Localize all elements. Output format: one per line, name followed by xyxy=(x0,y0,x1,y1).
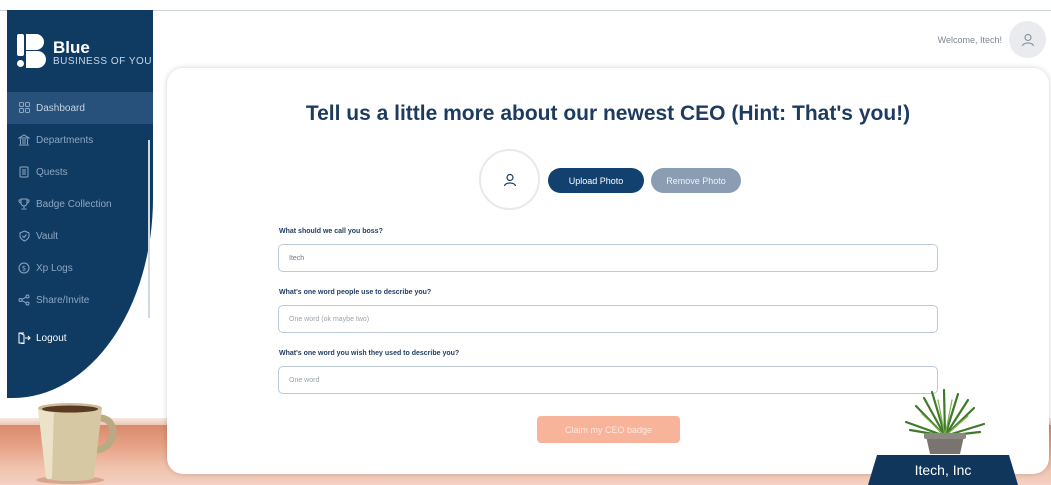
describe-label: What's one word people use to describe y… xyxy=(279,289,432,296)
wish-describe-input[interactable]: One word xyxy=(278,366,938,394)
upload-photo-button[interactable]: Upload Photo xyxy=(548,168,644,193)
sidebar-item-xp-logs[interactable]: $ Xp Logs xyxy=(7,252,153,284)
logout-button[interactable]: Logout xyxy=(7,322,153,354)
claim-ceo-badge-button[interactable]: Claim my CEO badge xyxy=(537,416,680,443)
dollar-circle-icon: $ xyxy=(18,262,30,274)
sidebar-item-label: Departments xyxy=(36,134,94,146)
page-title: Tell us a little more about our newest C… xyxy=(305,102,911,125)
logo-icon xyxy=(17,34,47,72)
profile-photo-placeholder[interactable] xyxy=(479,149,540,210)
sidebar-item-label: Xp Logs xyxy=(36,262,73,274)
sidebar-item-dashboard[interactable]: Dashboard xyxy=(7,92,153,124)
sidebar-scrollbar[interactable] xyxy=(148,140,150,318)
sidebar-item-label: Dashboard xyxy=(36,102,85,114)
grid-icon xyxy=(18,102,30,114)
potted-plant-image xyxy=(904,388,986,454)
user-icon xyxy=(503,173,516,186)
remove-photo-button[interactable]: Remove Photo xyxy=(651,168,741,193)
coffee-mug-image xyxy=(36,403,117,484)
logout-label: Logout xyxy=(36,332,67,344)
sidebar-item-label: Share/Invite xyxy=(36,294,90,306)
logout-icon xyxy=(18,332,31,345)
brand-subtitle: BUSINESS OF YOU xyxy=(53,55,153,67)
trophy-icon xyxy=(18,198,30,210)
sidebar-item-quests[interactable]: Quests xyxy=(7,156,153,188)
nickname-value: Itech xyxy=(289,254,305,262)
sidebar-item-label: Vault xyxy=(36,230,59,242)
user-icon xyxy=(1021,33,1034,46)
shield-icon xyxy=(18,230,30,242)
svg-text:$: $ xyxy=(22,265,26,273)
wish-describe-label: What's one word you wish they used to de… xyxy=(279,350,460,357)
user-avatar[interactable] xyxy=(1009,21,1046,58)
sidebar-item-vault[interactable]: Vault xyxy=(7,220,153,252)
sidebar-item-share-invite[interactable]: Share/Invite xyxy=(7,284,153,316)
company-nameplate: Itech, Inc xyxy=(868,455,1018,485)
sidebar-nav: Dashboard Departments Quests Badge Colle… xyxy=(7,92,153,354)
nickname-label: What should we call you boss? xyxy=(279,228,383,235)
scroll-icon xyxy=(18,166,30,178)
describe-input[interactable]: One word (ok maybe two) xyxy=(278,305,938,333)
brand-title: Blue xyxy=(53,37,90,57)
sidebar-item-badge-collection[interactable]: Badge Collection xyxy=(7,188,153,220)
top-border xyxy=(0,10,1051,11)
wish-describe-placeholder: One word xyxy=(289,376,320,384)
describe-placeholder: One word (ok maybe two) xyxy=(289,315,370,323)
sidebar: Blue BUSINESS OF YOU Dashboard Departmen… xyxy=(7,10,153,398)
sidebar-item-label: Badge Collection xyxy=(36,198,112,210)
share-icon xyxy=(18,294,30,306)
welcome-text: Welcome, Itech! xyxy=(937,35,1002,45)
brand-logo[interactable]: Blue BUSINESS OF YOU xyxy=(17,34,152,72)
sidebar-item-departments[interactable]: Departments xyxy=(7,124,153,156)
sidebar-item-label: Quests xyxy=(36,166,68,178)
building-icon xyxy=(17,134,31,146)
nickname-input[interactable]: Itech xyxy=(278,244,938,272)
